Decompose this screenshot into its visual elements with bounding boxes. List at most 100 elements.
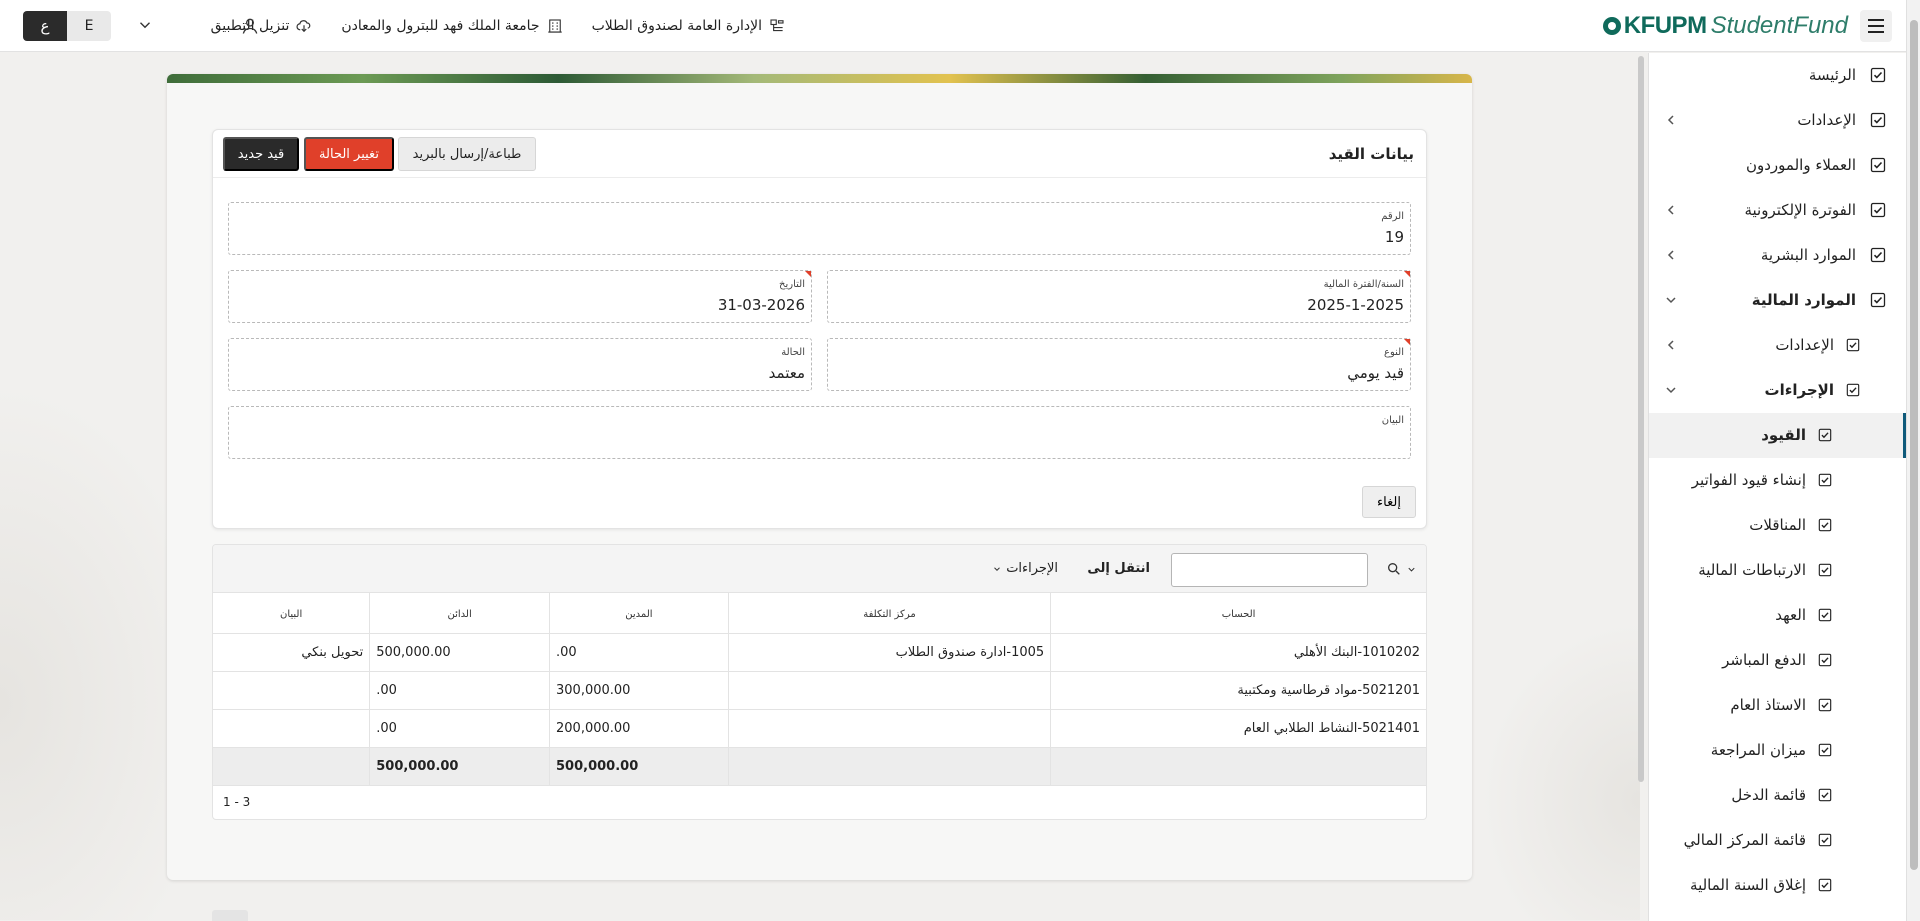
chevron-left-icon[interactable] bbox=[1663, 337, 1679, 353]
cell-credit[interactable]: 500,000.00 bbox=[369, 633, 550, 672]
sidebar-item-financial-commitments[interactable]: الارتباطات المالية bbox=[1649, 548, 1906, 593]
sidebar-item-general-ledger[interactable]: الاستاذ العام bbox=[1649, 683, 1906, 728]
sidebar-item-trial-balance[interactable]: ميزان المراجعة bbox=[1649, 728, 1906, 773]
sidebar-item-settings[interactable]: الإعدادات bbox=[1649, 98, 1906, 143]
user-icon[interactable] bbox=[240, 16, 260, 36]
chevron-left-icon[interactable] bbox=[1663, 202, 1679, 218]
chevron-down-icon[interactable] bbox=[136, 16, 154, 34]
goto-button[interactable]: انتقل إلى bbox=[1087, 561, 1150, 576]
grid-search-input[interactable] bbox=[1171, 553, 1368, 587]
sidebar-item-custodies[interactable]: العهد bbox=[1649, 593, 1906, 638]
column-header-cost-center[interactable]: مركز التكلفة bbox=[727, 593, 1051, 634]
date-label: التاريخ bbox=[779, 279, 805, 290]
total-cell-empty bbox=[727, 747, 1051, 786]
number-field[interactable]: الرقم 19 bbox=[228, 202, 1411, 255]
sidebar-item-income-statement[interactable]: قائمة الدخل bbox=[1649, 773, 1906, 818]
chevron-down-icon[interactable] bbox=[1663, 382, 1679, 398]
table-row[interactable]: 5021201-مواد قرطاسية ومكتبية 300,000.00 … bbox=[213, 671, 1426, 710]
total-debit: 500,000.00 bbox=[549, 747, 729, 786]
status-label: الحالة bbox=[781, 347, 805, 358]
university-link[interactable]: جامعة الملك فهد للبترول والمعادن bbox=[341, 17, 563, 35]
fiscal-period-value: 2025-1-2025 bbox=[1307, 296, 1404, 314]
status-field[interactable]: الحالة معتمد bbox=[228, 338, 812, 391]
background-decoration bbox=[1480, 620, 1640, 920]
main-panel: بيانات القيد قيد جديد تغيير الحالة طباعة… bbox=[167, 74, 1472, 880]
sidebar-item-invoice-entries[interactable]: إنشاء قيود الفواتير bbox=[1649, 458, 1906, 503]
cell-description[interactable] bbox=[213, 709, 370, 748]
sidebar-item-finance-settings[interactable]: الإعدادات bbox=[1649, 323, 1906, 368]
sidebar-item-label: قائمة الدخل bbox=[1731, 786, 1806, 804]
table-row[interactable]: 5021401-النشاط الطلابي العام 200,000.00 … bbox=[213, 709, 1426, 748]
content-scrollbar[interactable] bbox=[1638, 56, 1644, 782]
cell-description[interactable]: تحويل بنكي bbox=[213, 633, 370, 672]
cell-debit[interactable]: 300,000.00 bbox=[549, 671, 729, 710]
checkbox-icon bbox=[1818, 788, 1832, 802]
column-header-description[interactable]: البيان bbox=[213, 593, 370, 634]
sidebar-item-e-invoicing[interactable]: الفوترة الإلكترونية bbox=[1649, 188, 1906, 233]
sidebar-item-label: الارتباطات المالية bbox=[1698, 561, 1806, 579]
department-icon bbox=[770, 19, 784, 32]
cell-account[interactable]: 1010202-البنك الأهلي bbox=[1050, 633, 1426, 672]
logo-text-studentfund: StudentFund bbox=[1710, 12, 1848, 39]
sidebar-item-procedures[interactable]: الإجراءات bbox=[1649, 368, 1906, 413]
sidebar-item-financial-resources[interactable]: الموارد المالية bbox=[1649, 278, 1906, 323]
sidebar-item-label: المناقلات bbox=[1749, 516, 1806, 534]
checkbox-icon bbox=[1818, 563, 1832, 577]
column-header-debit[interactable]: المدين bbox=[549, 593, 729, 634]
sidebar-item-label: الموارد المالية bbox=[1751, 291, 1856, 309]
chevron-down-icon[interactable] bbox=[1663, 292, 1679, 308]
cell-account[interactable]: 5021201-مواد قرطاسية ومكتبية bbox=[1050, 671, 1426, 710]
sidebar-item-balance-sheet[interactable]: قائمة المركز المالي bbox=[1649, 818, 1906, 863]
chevron-down-icon bbox=[994, 566, 1001, 571]
description-field[interactable]: البيان bbox=[228, 406, 1411, 459]
app-logo[interactable]: KFUPM StudentFund bbox=[1602, 10, 1848, 42]
sidebar-item-transfers[interactable]: المناقلات bbox=[1649, 503, 1906, 548]
cell-credit[interactable]: .00 bbox=[369, 671, 550, 710]
table-row[interactable]: 1010202-البنك الأهلي 1005-ادارة صندوق ال… bbox=[213, 633, 1426, 672]
university-label: جامعة الملك فهد للبترول والمعادن bbox=[341, 18, 540, 34]
cell-debit[interactable]: 200,000.00 bbox=[549, 709, 729, 748]
cancel-button[interactable]: إلغاء bbox=[1362, 486, 1416, 518]
cell-credit[interactable]: .00 bbox=[369, 709, 550, 748]
card-header: بيانات القيد قيد جديد تغيير الحالة طباعة… bbox=[213, 130, 1426, 178]
sidebar-item-customers-suppliers[interactable]: العملاء والموردون bbox=[1649, 143, 1906, 188]
sidebar-item-close-fiscal-year[interactable]: إغلاق السنة المالية bbox=[1649, 863, 1906, 908]
cell-cost-center[interactable] bbox=[727, 709, 1051, 748]
bottom-tab[interactable] bbox=[212, 910, 248, 921]
print-email-button[interactable]: طباعة/إرسال بالبريد bbox=[398, 137, 536, 171]
cell-cost-center[interactable]: 1005-ادارة صندوق الطلاب bbox=[727, 633, 1051, 672]
lang-arabic-button[interactable]: ع bbox=[23, 11, 67, 41]
change-status-button[interactable]: تغيير الحالة bbox=[304, 137, 394, 171]
sidebar-item-home[interactable]: الرئيسة bbox=[1649, 53, 1906, 98]
cloud-download-icon bbox=[296, 20, 311, 33]
type-field[interactable]: النوع قيد يومي bbox=[827, 338, 1411, 391]
hamburger-menu-button[interactable] bbox=[1860, 10, 1892, 42]
lang-english-button[interactable]: E bbox=[67, 11, 111, 41]
cell-debit[interactable]: .00 bbox=[549, 633, 729, 672]
required-indicator bbox=[1404, 271, 1410, 277]
cell-account[interactable]: 5021401-النشاط الطلابي العام bbox=[1050, 709, 1426, 748]
date-field[interactable]: التاريخ 31-03-2026 bbox=[228, 270, 812, 323]
checkbox-icon bbox=[1846, 338, 1860, 352]
sidebar-item-direct-payment[interactable]: الدفع المباشر bbox=[1649, 638, 1906, 683]
column-header-account[interactable]: الحساب bbox=[1050, 593, 1426, 634]
fiscal-period-field[interactable]: السنة/الفترة المالية 2025-1-2025 bbox=[827, 270, 1411, 323]
page-scrollbar-thumb[interactable] bbox=[1910, 20, 1918, 870]
chevron-left-icon[interactable] bbox=[1663, 112, 1679, 128]
actions-menu-button[interactable]: الإجراءات bbox=[992, 561, 1058, 576]
chevron-down-icon[interactable] bbox=[1406, 564, 1417, 575]
logo-text-kfupm: KFUPM bbox=[1623, 12, 1707, 39]
cell-description[interactable] bbox=[213, 671, 370, 710]
new-entry-button[interactable]: قيد جديد bbox=[223, 137, 299, 171]
checkbox-icon bbox=[1818, 833, 1832, 847]
search-icon[interactable] bbox=[1386, 561, 1402, 577]
chevron-left-icon[interactable] bbox=[1663, 247, 1679, 263]
column-header-credit[interactable]: الدائن bbox=[369, 593, 550, 634]
department-link[interactable]: الإدارة العامة لصندوق الطلاب bbox=[592, 17, 786, 35]
language-toggle: ع E bbox=[23, 11, 111, 41]
page-scrollbar[interactable] bbox=[1906, 0, 1920, 921]
sidebar-item-journal-entries[interactable]: القيود bbox=[1649, 413, 1906, 458]
download-app-link[interactable]: تنزيل التطبيق bbox=[211, 17, 314, 35]
sidebar-item-human-resources[interactable]: الموارد البشرية bbox=[1649, 233, 1906, 278]
cell-cost-center[interactable] bbox=[727, 671, 1051, 710]
